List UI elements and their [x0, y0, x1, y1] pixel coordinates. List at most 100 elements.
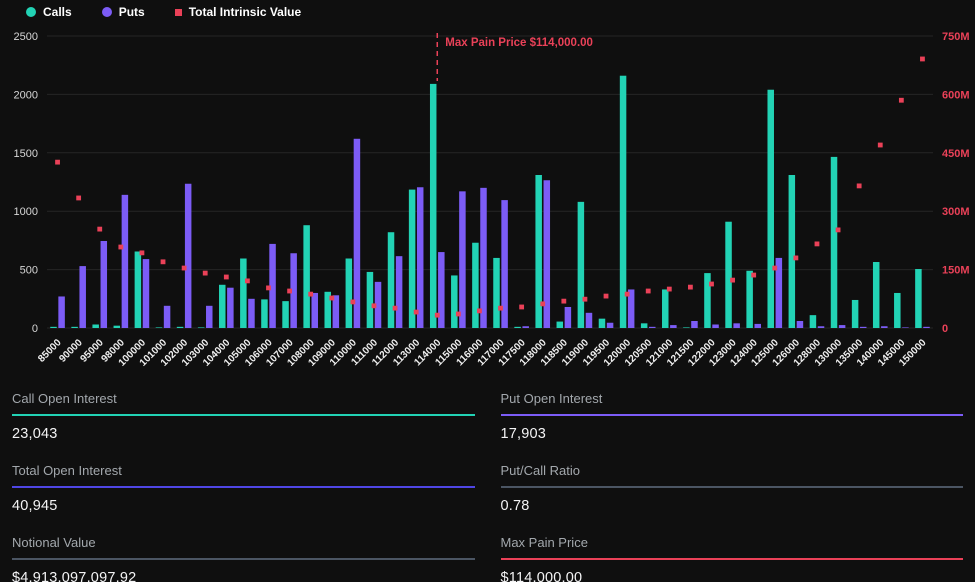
put-bar[interactable]: [712, 324, 719, 328]
intrinsic-dot[interactable]: [899, 98, 904, 103]
intrinsic-dot[interactable]: [350, 300, 355, 305]
put-bar[interactable]: [248, 299, 255, 328]
put-bar[interactable]: [733, 323, 740, 328]
intrinsic-dot[interactable]: [456, 312, 461, 317]
intrinsic-dot[interactable]: [604, 294, 609, 299]
call-bar[interactable]: [219, 285, 226, 328]
call-bar[interactable]: [873, 262, 880, 328]
intrinsic-dot[interactable]: [477, 308, 482, 313]
call-bar[interactable]: [831, 157, 838, 328]
put-bar[interactable]: [839, 325, 846, 328]
call-bar[interactable]: [810, 315, 817, 328]
call-bar[interactable]: [578, 202, 585, 328]
put-bar[interactable]: [185, 184, 192, 328]
call-bar[interactable]: [557, 322, 564, 328]
intrinsic-dot[interactable]: [920, 57, 925, 62]
put-bar[interactable]: [670, 325, 677, 328]
max-pain-chart[interactable]: 050010001500200025000150M300M450M600M750…: [0, 0, 975, 382]
put-bar[interactable]: [649, 327, 656, 328]
legend-item-puts[interactable]: Puts: [102, 5, 145, 19]
call-bar[interactable]: [240, 259, 247, 328]
put-bar[interactable]: [586, 313, 593, 328]
put-bar[interactable]: [691, 321, 698, 328]
intrinsic-dot[interactable]: [772, 266, 777, 271]
intrinsic-dot[interactable]: [393, 306, 398, 311]
intrinsic-dot[interactable]: [540, 301, 545, 306]
call-bar[interactable]: [472, 243, 479, 328]
call-bar[interactable]: [725, 222, 732, 328]
put-bar[interactable]: [101, 241, 108, 328]
call-bar[interactable]: [704, 273, 711, 328]
intrinsic-dot[interactable]: [245, 278, 250, 283]
call-bar[interactable]: [50, 327, 57, 328]
legend-item-total-intrinsic-value[interactable]: Total Intrinsic Value: [175, 5, 301, 19]
intrinsic-dot[interactable]: [224, 275, 229, 280]
call-bar[interactable]: [514, 327, 521, 328]
intrinsic-dot[interactable]: [372, 303, 377, 308]
put-bar[interactable]: [164, 306, 171, 328]
intrinsic-dot[interactable]: [519, 305, 524, 310]
put-bar[interactable]: [797, 321, 804, 328]
intrinsic-dot[interactable]: [140, 250, 145, 255]
put-bar[interactable]: [417, 187, 424, 328]
intrinsic-dot[interactable]: [308, 292, 313, 297]
put-bar[interactable]: [143, 259, 150, 328]
intrinsic-dot[interactable]: [815, 242, 820, 247]
intrinsic-dot[interactable]: [730, 278, 735, 283]
intrinsic-dot[interactable]: [857, 183, 862, 188]
call-bar[interactable]: [620, 76, 627, 328]
call-bar[interactable]: [177, 327, 184, 328]
call-bar[interactable]: [135, 251, 142, 328]
call-bar[interactable]: [493, 258, 500, 328]
put-bar[interactable]: [459, 191, 466, 328]
call-bar[interactable]: [156, 327, 163, 328]
call-bar[interactable]: [430, 84, 437, 328]
intrinsic-dot[interactable]: [182, 266, 187, 271]
call-bar[interactable]: [894, 293, 901, 328]
call-bar[interactable]: [599, 319, 606, 328]
call-bar[interactable]: [662, 289, 669, 328]
put-bar[interactable]: [565, 307, 572, 328]
intrinsic-dot[interactable]: [203, 271, 208, 276]
call-bar[interactable]: [852, 300, 859, 328]
call-bar[interactable]: [303, 225, 310, 328]
put-bar[interactable]: [860, 327, 867, 328]
call-bar[interactable]: [641, 323, 648, 328]
intrinsic-dot[interactable]: [646, 289, 651, 294]
intrinsic-dot[interactable]: [836, 227, 841, 232]
put-bar[interactable]: [206, 306, 213, 328]
intrinsic-dot[interactable]: [55, 160, 60, 165]
legend-item-calls[interactable]: Calls: [26, 5, 72, 19]
call-bar[interactable]: [746, 271, 753, 328]
intrinsic-dot[interactable]: [76, 196, 81, 201]
put-bar[interactable]: [522, 326, 529, 328]
put-bar[interactable]: [396, 256, 403, 328]
put-bar[interactable]: [881, 326, 888, 328]
intrinsic-dot[interactable]: [287, 289, 292, 294]
intrinsic-dot[interactable]: [118, 245, 123, 250]
put-bar[interactable]: [480, 188, 487, 328]
intrinsic-dot[interactable]: [561, 299, 566, 304]
call-bar[interactable]: [261, 299, 268, 328]
call-bar[interactable]: [71, 327, 78, 328]
put-bar[interactable]: [923, 327, 930, 328]
intrinsic-dot[interactable]: [751, 273, 756, 278]
call-bar[interactable]: [92, 324, 99, 328]
call-bar[interactable]: [198, 327, 205, 328]
intrinsic-dot[interactable]: [625, 292, 630, 297]
call-bar[interactable]: [767, 90, 774, 328]
put-bar[interactable]: [79, 266, 86, 328]
intrinsic-dot[interactable]: [435, 313, 440, 318]
put-bar[interactable]: [607, 323, 614, 328]
put-bar[interactable]: [122, 195, 129, 328]
intrinsic-dot[interactable]: [161, 259, 166, 264]
intrinsic-dot[interactable]: [266, 285, 271, 290]
put-bar[interactable]: [58, 296, 65, 328]
intrinsic-dot[interactable]: [414, 310, 419, 315]
intrinsic-dot[interactable]: [709, 282, 714, 287]
call-bar[interactable]: [388, 232, 395, 328]
intrinsic-dot[interactable]: [793, 256, 798, 261]
put-bar[interactable]: [902, 327, 909, 328]
call-bar[interactable]: [409, 190, 416, 328]
call-bar[interactable]: [346, 259, 353, 328]
